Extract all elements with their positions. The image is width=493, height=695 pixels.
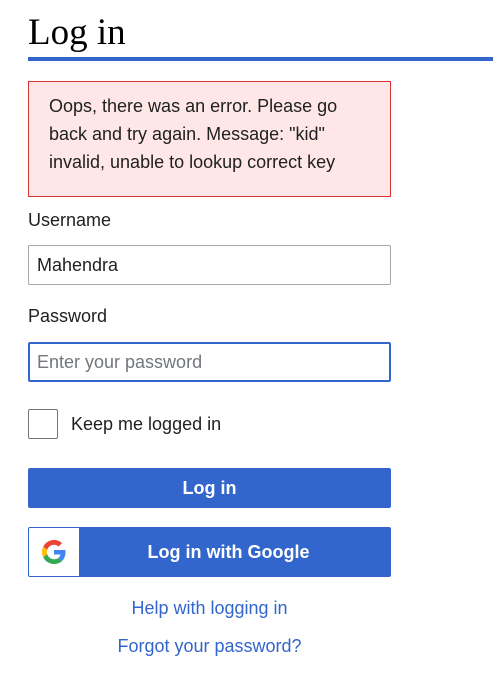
remember-me-checkbox[interactable] [28,409,58,439]
error-message-text: Oops, there was an error. Please go back… [49,96,338,172]
login-page: Log in Oops, there was an error. Please … [0,0,493,695]
page-title: Log in [28,12,126,53]
google-login-label: Log in with Google [147,541,310,562]
username-input[interactable] [28,245,391,285]
login-button[interactable]: Log in [28,468,391,508]
password-input[interactable] [28,342,391,382]
password-label: Password [28,306,108,326]
google-icon-container [29,528,79,576]
google-logo-icon [42,540,66,564]
remember-me-label[interactable]: Keep me logged in [71,414,221,435]
google-login-button[interactable]: Log in with Google [28,527,391,577]
username-label: Username [28,210,112,230]
help-link[interactable]: Help with logging in [28,596,391,620]
title-underline [28,57,493,61]
error-message-box: Oops, there was an error. Please go back… [28,81,391,197]
forgot-password-link[interactable]: Forgot your password? [28,634,391,658]
remember-me-row: Keep me logged in [28,408,221,440]
